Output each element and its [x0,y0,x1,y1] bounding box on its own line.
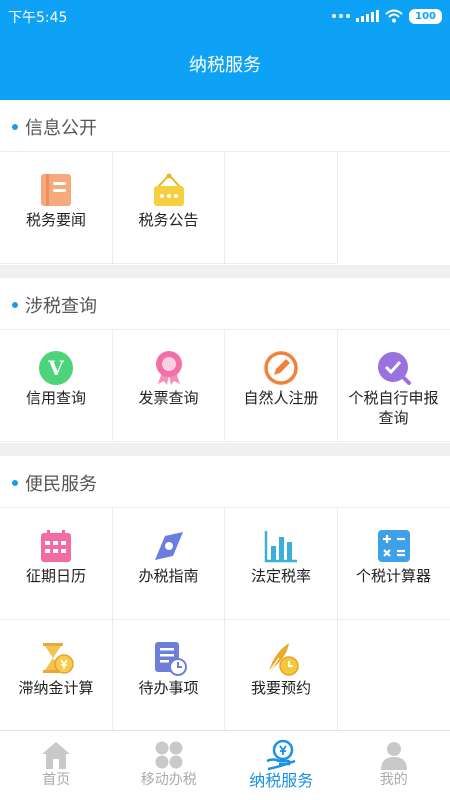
credit-query-button[interactable]: V 信用查询 [0,330,113,442]
invoice-query-button[interactable]: 发票查询 [112,330,225,442]
item-label: 信用查询 [25,389,86,407]
bar-chart-icon [264,531,297,563]
status-bar: 下午5:45 100 [0,0,450,32]
home-icon [42,742,70,769]
quill-clock-icon [268,643,299,676]
status-time: 下午5:45 [8,10,68,26]
empty-cell [337,620,450,732]
section-title: 涉税查询 [25,296,97,317]
tab-mine[interactable]: 我的 [338,731,450,800]
natural-person-register-button[interactable]: 自然人注册 [225,330,338,442]
bullet-dot-icon [12,124,18,130]
grid-convenience-services: 征期日历 办税指南 法定税率 个税计算器 滞纳金计算 待办事项 我要预约 [0,508,450,732]
tab-mobile-tax[interactable]: 移动办税 [113,731,226,800]
calendar-icon [41,530,71,562]
todo-list-clock-icon [154,642,187,676]
person-icon [380,742,407,770]
bottom-tab-bar: 首页 移动办税 纳税服务 我的 [0,730,450,800]
notice-board-icon [153,173,184,206]
statutory-tax-rate-button[interactable]: 法定税率 [225,508,338,620]
tab-label: 移动办税 [140,772,197,788]
section-header: 涉税查询 [0,278,450,330]
todo-items-button[interactable]: 待办事项 [112,620,225,732]
item-label: 征期日历 [25,567,86,585]
item-label: 滞纳金计算 [18,679,94,697]
signal-icon [356,10,380,22]
section-header: 便民服务 [0,456,450,508]
apps-grid-icon [155,741,182,769]
compass-guide-icon [154,532,183,560]
grid-info-disclosure: 税务要闻 税务公告 [0,152,450,264]
item-label: 税务要闻 [25,211,86,229]
svg-text:V: V [47,356,64,380]
item-label: 法定税率 [250,567,311,585]
tab-label: 纳税服务 [249,771,314,790]
section-convenience-services: 便民服务 征期日历 办税指南 法定税率 个税计算器 滞纳金计算 待办事项 我要预… [0,456,450,732]
section-header: 信息公开 [0,100,450,152]
tax-calendar-button[interactable]: 征期日历 [0,508,113,620]
battery-icon: 100 [409,8,442,24]
section-title: 便民服务 [25,474,97,495]
section-info-disclosure: 信息公开 税务要闻 税务公告 [0,100,450,265]
section-title: 信息公开 [25,118,97,139]
bullet-dot-icon [12,302,18,308]
tab-label: 首页 [42,772,71,788]
more-dots-icon [332,14,351,18]
wifi-icon [385,9,403,23]
invoice-badge-icon [155,351,182,385]
personal-tax-calculator-button[interactable]: 个税计算器 [337,508,450,620]
make-appointment-button[interactable]: 我要预约 [225,620,338,732]
section-tax-query: 涉税查询 V 信用查询 发票查询 自然人注册 个税自行申报查询 [0,278,450,443]
empty-cell [225,152,338,264]
item-label: 个税计算器 [355,567,431,585]
page-title-bar: 纳税服务 [0,32,450,100]
hourglass-coin-icon [43,643,74,674]
tab-home[interactable]: 首页 [0,731,113,800]
item-label: 待办事项 [138,679,199,697]
item-label: 我要预约 [250,679,311,697]
tax-announcement-button[interactable]: 税务公告 [112,152,225,264]
tab-tax-service[interactable]: 纳税服务 [225,731,338,800]
status-icons: 100 [332,7,442,25]
late-fee-calculator-button[interactable]: 滞纳金计算 [0,620,113,732]
news-book-icon [41,174,71,206]
item-label: 自然人注册 [243,389,319,407]
pencil-circle-icon [264,351,298,385]
item-label: 发票查询 [138,389,199,407]
tab-label: 我的 [379,772,408,788]
item-label: 税务公告 [138,211,199,229]
bullet-dot-icon [12,480,18,486]
item-label: 个税自行申报查询 [348,389,439,427]
calculator-icon [377,530,410,562]
credit-v-icon: V [39,351,73,385]
item-label: 办税指南 [138,567,199,585]
tax-guide-button[interactable]: 办税指南 [112,508,225,620]
personal-tax-declaration-query-button[interactable]: 个税自行申报查询 [337,330,450,442]
page-title: 纳税服务 [189,55,261,76]
grid-tax-query: V 信用查询 发票查询 自然人注册 个税自行申报查询 [0,330,450,442]
search-check-icon [377,352,411,385]
tax-news-button[interactable]: 税务要闻 [0,152,113,264]
